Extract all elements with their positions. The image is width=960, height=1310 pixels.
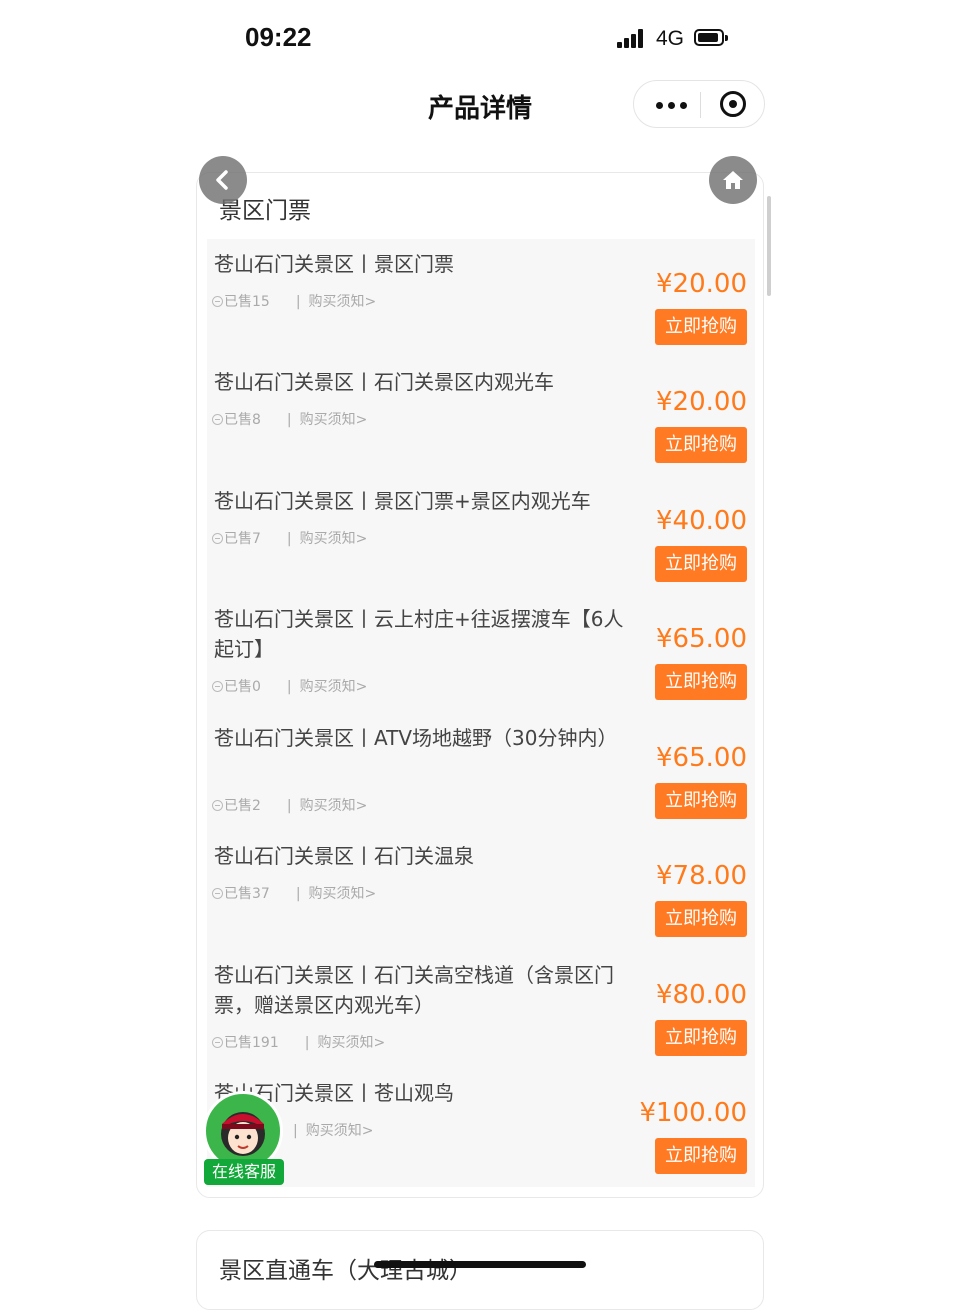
status-bar: 09:22 4G: [0, 0, 960, 78]
meta-separator: |: [304, 1035, 310, 1051]
battery-icon: [694, 29, 728, 46]
status-time: 09:22: [245, 22, 312, 52]
product-price: ¥80.00: [656, 980, 747, 1010]
product-name: 苍山石门关景区丨石门关景区内观光车: [214, 370, 554, 394]
product-meta: 已售37 | 购买须知>: [212, 883, 376, 903]
purchase-notice-link[interactable]: 购买须知>: [317, 1035, 385, 1051]
product-name: 苍山石门关景区丨ATV场地越野（30分钟内）: [214, 726, 618, 750]
customer-service-label: 在线客服: [204, 1159, 284, 1185]
product-price: ¥20.00: [656, 269, 747, 299]
sold-count: 已售15: [224, 294, 270, 310]
list-item: 苍山石门关景区丨ATV场地越野（30分钟内） 已售2 | 购买须知> ¥65.00 …: [207, 713, 755, 831]
purchase-notice-link[interactable]: 购买须知>: [309, 886, 377, 902]
buy-now-button[interactable]: 立即抢购: [655, 427, 747, 463]
buy-now-button[interactable]: 立即抢购: [655, 1138, 747, 1174]
meta-separator: |: [286, 412, 292, 428]
list-item: 苍山石门关景区丨石门关景区内观光车 已售8 | 购买须知> ¥20.00 立即抢购: [207, 357, 755, 475]
miniprogram-close-icon[interactable]: [720, 91, 746, 117]
buy-now-button[interactable]: 立即抢购: [655, 1020, 747, 1056]
product-name: 苍山石门关景区丨云上村庄+往返摆渡车【6人起订】: [214, 607, 624, 661]
product-price: ¥65.00: [656, 624, 747, 654]
purchase-notice-link[interactable]: 购买须知>: [306, 1123, 374, 1139]
page-title: 产品详情: [427, 94, 532, 124]
home-indicator: [374, 1261, 586, 1268]
capsule-divider: [700, 92, 701, 118]
product-price: ¥20.00: [656, 387, 747, 417]
shuttle-section-card: 景区直通车（大理古城）: [196, 1230, 764, 1310]
product-price: ¥65.00: [656, 743, 747, 773]
sold-count: 已售2: [224, 798, 261, 814]
product-price: ¥78.00: [656, 861, 747, 891]
chevron-left-icon: [216, 170, 228, 190]
buy-now-button[interactable]: 立即抢购: [655, 664, 747, 700]
buy-now-button[interactable]: 立即抢购: [655, 546, 747, 582]
meta-separator: |: [295, 294, 301, 310]
sold-icon: [212, 800, 223, 811]
ticket-section-card: 景区门票 苍山石门关景区丨景区门票 已售15 | 购买须知> ¥20.00 立即抢购…: [196, 172, 764, 1198]
sold-count: 已售7: [224, 531, 261, 547]
list-item: 苍山石门关景区丨石门关高空栈道（含景区门票，赠送景区内观光车） 已售191 | 购买…: [207, 950, 755, 1068]
sold-icon: [212, 888, 223, 899]
product-name: 苍山石门关景区丨石门关高空栈道（含景区门票，赠送景区内观光车）: [214, 963, 614, 1017]
product-meta: 已售7 | 购买须知>: [212, 528, 367, 548]
sold-icon: [212, 296, 223, 307]
meta-separator: |: [286, 531, 292, 547]
buy-now-button[interactable]: 立即抢购: [655, 901, 747, 937]
product-meta: 已售15 | 购买须知>: [212, 291, 376, 311]
purchase-notice-link[interactable]: 购买须知>: [300, 679, 368, 695]
sold-icon: [212, 1037, 223, 1048]
sold-count: 已售191: [224, 1035, 279, 1051]
signal-bars-icon: [617, 28, 647, 48]
purchase-notice-link[interactable]: 购买须知>: [309, 294, 377, 310]
product-name: 苍山石门关景区丨石门关温泉: [214, 844, 474, 868]
home-button[interactable]: [709, 156, 757, 204]
product-name: 苍山石门关景区丨景区门票+景区内观光车: [214, 489, 591, 513]
sold-count: 已售0: [224, 679, 261, 695]
more-dots-icon[interactable]: [652, 87, 696, 121]
buy-now-button[interactable]: 立即抢购: [655, 309, 747, 345]
product-meta: 已售191 | 购买须知>: [212, 1032, 385, 1052]
back-button[interactable]: [199, 156, 247, 204]
meta-separator: |: [286, 798, 292, 814]
purchase-notice-link[interactable]: 购买须知>: [300, 798, 368, 814]
miniprogram-capsule: [633, 80, 765, 128]
list-item: 苍山石门关景区丨云上村庄+往返摆渡车【6人起订】 已售0 | 购买须知> ¥65.0…: [207, 594, 755, 712]
product-price: ¥40.00: [656, 506, 747, 536]
list-item: 苍山石门关景区丨景区门票+景区内观光车 已售7 | 购买须知> ¥40.00 立即抢…: [207, 476, 755, 594]
meta-separator: |: [293, 1123, 298, 1139]
sold-icon: [212, 414, 223, 425]
sold-icon: [212, 681, 223, 692]
network-label: 4G: [656, 27, 685, 50]
meta-separator: |: [295, 886, 301, 902]
sold-count: 已售8: [224, 412, 261, 428]
product-list: 苍山石门关景区丨景区门票 已售15 | 购买须知> ¥20.00 立即抢购 苍山石门…: [207, 239, 755, 1187]
list-item: 苍山石门关景区丨石门关温泉 已售37 | 购买须知> ¥78.00 立即抢购: [207, 831, 755, 949]
list-item: 苍山石门关景区丨景区门票 已售15 | 购买须知> ¥20.00 立即抢购: [207, 239, 755, 357]
purchase-notice-link[interactable]: 购买须知>: [300, 412, 368, 428]
home-icon: [723, 171, 743, 189]
sold-icon: [212, 533, 223, 544]
list-item: 苍山石门关景区丨苍山观鸟 | 购买须知> ¥100.00 立即抢购: [207, 1068, 755, 1186]
product-meta: | 购买须知>: [293, 1120, 373, 1140]
purchase-notice-link[interactable]: 购买须知>: [300, 531, 368, 547]
scrollbar[interactable]: [767, 196, 771, 296]
product-meta: 已售0 | 购买须知>: [212, 676, 367, 696]
sold-count: 已售37: [224, 886, 270, 902]
product-name: 苍山石门关景区丨景区门票: [214, 252, 454, 276]
product-meta: 已售2 | 购买须知>: [212, 795, 367, 815]
buy-now-button[interactable]: 立即抢购: [655, 783, 747, 819]
online-customer-service-button[interactable]: 在线客服: [203, 1091, 285, 1187]
product-price: ¥100.00: [639, 1098, 747, 1128]
product-meta: 已售8 | 购买须知>: [212, 409, 367, 429]
meta-separator: |: [286, 679, 292, 695]
